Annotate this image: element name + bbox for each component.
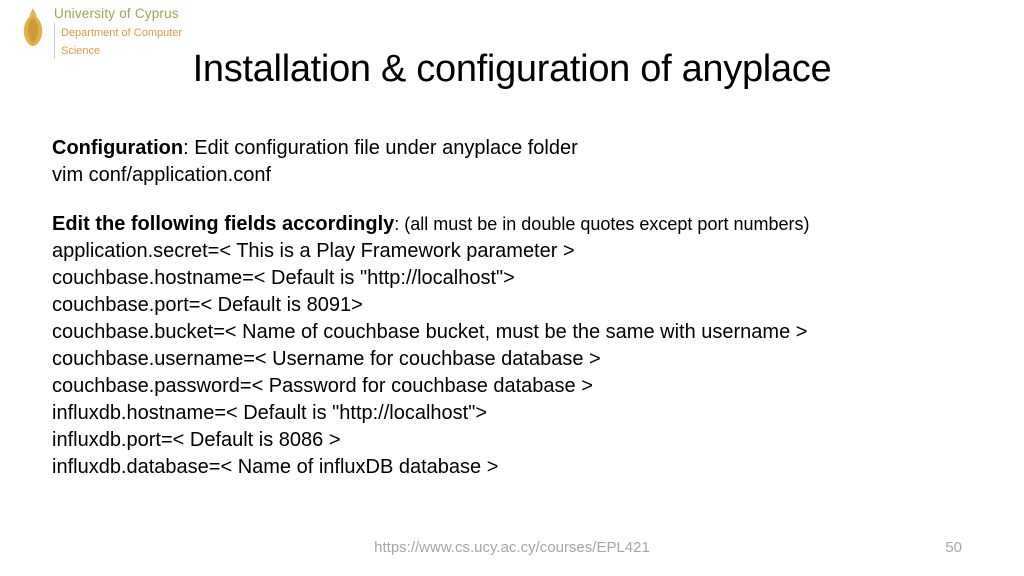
- config-field-couchbase-port: couchbase.port=< Default is 8091>: [52, 292, 982, 319]
- page-number: 50: [945, 539, 962, 556]
- config-field-influxdb-database: influxdb.database=< Name of influxDB dat…: [52, 454, 982, 481]
- footer-url: https://www.cs.ucy.ac.cy/courses/EPL421: [0, 539, 1024, 556]
- config-field-couchbase-hostname: couchbase.hostname=< Default is "http://…: [52, 265, 982, 292]
- university-name: University of Cyprus: [54, 6, 182, 22]
- config-field-influxdb-port: influxdb.port=< Default is 8086 >: [52, 427, 982, 454]
- section1-label: Configuration: [52, 137, 183, 159]
- vim-command: vim conf/application.conf: [52, 162, 982, 189]
- slide-body: Configuration: Edit configuration file u…: [52, 135, 982, 481]
- config-field-influxdb-hostname: influxdb.hostname=< Default is "http://l…: [52, 400, 982, 427]
- slide-title: Installation & configuration of anyplace: [0, 48, 1024, 91]
- department-line1: Department of Computer: [61, 27, 182, 39]
- section2-note: : (all must be in double quotes except p…: [394, 214, 809, 234]
- config-field-application-secret: application.secret=< This is a Play Fram…: [52, 238, 982, 265]
- section2-label: Edit the following fields accordingly: [52, 213, 394, 235]
- university-crest-icon: [18, 6, 48, 48]
- config-field-couchbase-password: couchbase.password=< Password for couchb…: [52, 373, 982, 400]
- config-field-couchbase-username: couchbase.username=< Username for couchb…: [52, 346, 982, 373]
- config-field-couchbase-bucket: couchbase.bucket=< Name of couchbase buc…: [52, 319, 982, 346]
- section1-description: : Edit configuration file under anyplace…: [183, 137, 578, 159]
